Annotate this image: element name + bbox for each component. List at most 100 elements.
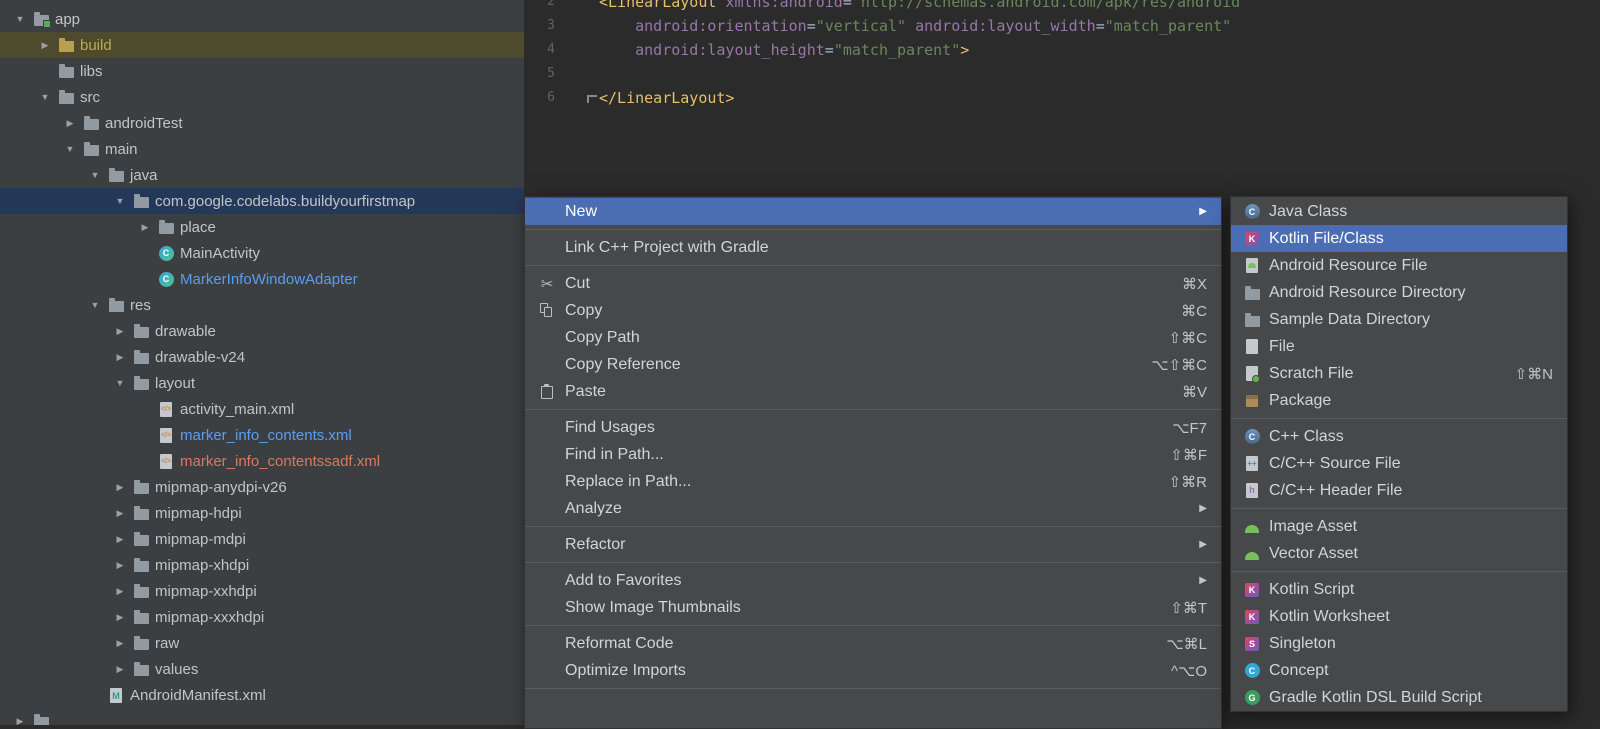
code-line[interactable]: 3 android:orientation="vertical" android… (525, 14, 1600, 38)
tree-item-drawable[interactable]: ▶drawable (0, 318, 524, 344)
menu-item-analyze[interactable]: Analyze▶ (525, 495, 1221, 522)
tree-item-layout[interactable]: ▼ layout (0, 370, 524, 396)
tree-item-label: place (180, 219, 216, 236)
tree-item-drawable-v24[interactable]: ▶drawable-v24 (0, 344, 524, 370)
submenu-arrow-icon: ▶ (1199, 575, 1207, 586)
chevron-collapsed-icon[interactable]: ▶ (58, 118, 82, 129)
menu-item-find-usages[interactable]: Find Usages⌥F7 (525, 414, 1221, 441)
menu-item-label: Kotlin Worksheet (1269, 608, 1390, 626)
chevron-collapsed-icon[interactable]: ▶ (108, 638, 132, 649)
tree-item-marker-info-contents-xml[interactable]: marker_info_contents.xml (0, 422, 524, 448)
tree-item-raw[interactable]: ▶raw (0, 630, 524, 656)
chevron-expanded-icon[interactable]: ▼ (8, 14, 32, 24)
menu-item-cut[interactable]: Cut⌘X (525, 270, 1221, 297)
chevron-expanded-icon[interactable]: ▼ (108, 378, 132, 388)
tree-item-mipmap-xxhdpi[interactable]: ▶mipmap-xxhdpi (0, 578, 524, 604)
folder-icon (132, 660, 150, 678)
tree-item-label: layout (155, 375, 195, 392)
menu-item-gradle-kotlin-dsl-build-script[interactable]: Gradle Kotlin DSL Build Script (1231, 684, 1567, 711)
tree-item-build[interactable]: ▶build (0, 32, 524, 58)
chevron-expanded-icon[interactable]: ▼ (108, 196, 132, 206)
chevron-collapsed-icon[interactable]: ▶ (108, 586, 132, 597)
tree-item-main[interactable]: ▼main (0, 136, 524, 162)
tree-item-androidmanifest-xml[interactable]: AndroidManifest.xml (0, 682, 524, 708)
tree-item-activity-main-xml[interactable]: activity_main.xml (0, 396, 524, 422)
tree-item-label: libs (80, 63, 103, 80)
code-line[interactable]: 2<LinearLayout xmlns:android="http://sch… (525, 0, 1600, 14)
menu-item-replace-in-path[interactable]: Replace in Path...⇧⌘R (525, 468, 1221, 495)
code-line[interactable]: 4 android:layout_height="match_parent"> (525, 38, 1600, 62)
menu-item-copy-path[interactable]: Copy Path⇧⌘C (525, 324, 1221, 351)
menu-item-label: Android Resource File (1269, 257, 1427, 275)
tree-item-libs[interactable]: libs (0, 58, 524, 84)
chevron-collapsed-icon[interactable]: ▶ (108, 482, 132, 493)
tree-item-marker-info-contentssadf-xml[interactable]: marker_info_contentssadf.xml (0, 448, 524, 474)
tree-item-place[interactable]: ▶ place (0, 214, 524, 240)
menu-item-kotlin-file-class[interactable]: Kotlin File/Class (1231, 225, 1567, 252)
menu-item-android-resource-directory[interactable]: Android Resource Directory (1231, 279, 1567, 306)
tree-item-mipmap-anydpi-v26[interactable]: ▶mipmap-anydpi-v26 (0, 474, 524, 500)
tree-item-mainactivity[interactable]: MainActivity (0, 240, 524, 266)
menu-item-refactor[interactable]: Refactor▶ (525, 531, 1221, 558)
menu-item-concept[interactable]: Concept (1231, 657, 1567, 684)
code-line[interactable]: 6</LinearLayout> (525, 86, 1600, 110)
chevron-expanded-icon[interactable]: ▼ (83, 170, 107, 180)
menu-item-c-class[interactable]: C++ Class (1231, 423, 1567, 450)
chevron-collapsed-icon[interactable]: ▶ (8, 716, 32, 726)
tree-item-mipmap-xhdpi[interactable]: ▶mipmap-xhdpi (0, 552, 524, 578)
tree-item-app[interactable]: ▼app (0, 6, 524, 32)
menu-item-label: Optimize Imports (565, 662, 686, 680)
menu-item-vector-asset[interactable]: Vector Asset (1231, 540, 1567, 567)
menu-item-copy[interactable]: Copy⌘C (525, 297, 1221, 324)
menu-item-singleton[interactable]: Singleton (1231, 630, 1567, 657)
chevron-expanded-icon[interactable]: ▼ (33, 92, 57, 102)
tree-item-androidtest[interactable]: ▶androidTest (0, 110, 524, 136)
menu-item-image-asset[interactable]: Image Asset (1231, 513, 1567, 540)
menu-item-kotlin-worksheet[interactable]: Kotlin Worksheet (1231, 603, 1567, 630)
chevron-collapsed-icon[interactable]: ▶ (108, 534, 132, 545)
menu-item-sample-data-directory[interactable]: Sample Data Directory (1231, 306, 1567, 333)
menu-item-add-to-favorites[interactable]: Add to Favorites▶ (525, 567, 1221, 594)
code-line[interactable]: 5 (525, 62, 1600, 86)
menu-item-c-c-header-file[interactable]: C/C++ Header File (1231, 477, 1567, 504)
chevron-collapsed-icon[interactable]: ▶ (108, 612, 132, 623)
chevron-expanded-icon[interactable]: ▼ (83, 300, 107, 310)
package-glyph (134, 197, 149, 208)
menu-item-scratch-file[interactable]: Scratch File⇧⌘N (1231, 360, 1567, 387)
menu-item-find-in-path[interactable]: Find in Path...⇧⌘F (525, 441, 1221, 468)
tree-item-unlabeled[interactable]: ▶ (0, 708, 524, 725)
menu-item-file[interactable]: File (1231, 333, 1567, 360)
tree-item-com-google-codelabs-buildyourfirstmap[interactable]: ▼com.google.codelabs.buildyourfirstmap (0, 188, 524, 214)
chevron-collapsed-icon[interactable]: ▶ (108, 352, 132, 363)
chevron-collapsed-icon[interactable]: ▶ (108, 326, 132, 337)
chevron-collapsed-icon[interactable]: ▶ (108, 560, 132, 571)
chevron-collapsed-icon[interactable]: ▶ (133, 222, 157, 233)
chevron-expanded-icon[interactable]: ▼ (58, 144, 82, 154)
menu-item-reformat-code[interactable]: Reformat Code⌥⌘L (525, 630, 1221, 657)
menu-item-new[interactable]: New▶ (525, 198, 1221, 225)
tree-item-res[interactable]: ▼res (0, 292, 524, 318)
file-icon (1243, 339, 1261, 354)
tree-item-mipmap-mdpi[interactable]: ▶mipmap-mdpi (0, 526, 524, 552)
menu-item-c-c-source-file[interactable]: C/C++ Source File (1231, 450, 1567, 477)
tree-item-src[interactable]: ▼src (0, 84, 524, 110)
tree-item-mipmap-hdpi[interactable]: ▶mipmap-hdpi (0, 500, 524, 526)
tree-item-java[interactable]: ▼java (0, 162, 524, 188)
chevron-collapsed-icon[interactable]: ▶ (33, 40, 57, 51)
chevron-collapsed-icon[interactable]: ▶ (108, 508, 132, 519)
menu-item-optimize-imports[interactable]: Optimize Imports^⌥O (525, 657, 1221, 684)
menu-item-java-class[interactable]: Java Class (1231, 198, 1567, 225)
menu-item-paste[interactable]: Paste⌘V (525, 378, 1221, 405)
tree-item-values[interactable]: ▶ values (0, 656, 524, 682)
line-number: 4 (525, 38, 555, 62)
tree-item-mipmap-xxxhdpi[interactable]: ▶mipmap-xxxhdpi (0, 604, 524, 630)
tree-item-label: values (155, 661, 198, 678)
menu-item-link-c-project-with-gradle[interactable]: Link C++ Project with Gradle (525, 234, 1221, 261)
menu-item-copy-reference[interactable]: Copy Reference⌥⇧⌘C (525, 351, 1221, 378)
menu-item-package[interactable]: Package (1231, 387, 1567, 414)
menu-item-show-image-thumbnails[interactable]: Show Image Thumbnails⇧⌘T (525, 594, 1221, 621)
menu-item-kotlin-script[interactable]: Kotlin Script (1231, 576, 1567, 603)
tree-item-markerinfowindowadapter[interactable]: MarkerInfoWindowAdapter (0, 266, 524, 292)
menu-item-android-resource-file[interactable]: Android Resource File (1231, 252, 1567, 279)
chevron-collapsed-icon[interactable]: ▶ (108, 664, 132, 675)
